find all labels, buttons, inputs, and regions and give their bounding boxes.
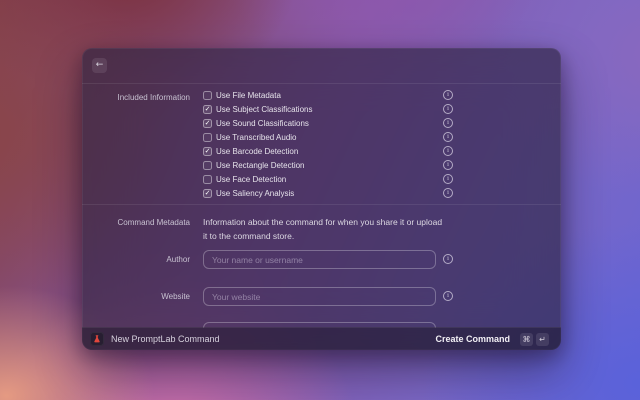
- info-icon[interactable]: i: [443, 291, 453, 301]
- header-divider: [82, 83, 561, 84]
- info-icon[interactable]: i: [443, 174, 453, 184]
- checkbox-barcode-detection[interactable]: ✓: [203, 147, 212, 156]
- create-command-button[interactable]: Create Command: [435, 334, 510, 344]
- footer-command-title: New PromptLab Command: [111, 334, 435, 344]
- checkbox-transcribed-audio[interactable]: [203, 133, 212, 142]
- command-metadata-description: Information about the command for when y…: [203, 215, 448, 243]
- checkbox-file-metadata[interactable]: [203, 91, 212, 100]
- info-icon[interactable]: i: [443, 254, 453, 264]
- checkbox-face-detection[interactable]: [203, 175, 212, 184]
- website-label: Website: [82, 292, 190, 301]
- option-row: ✓ Use Saliency Analysis i: [82, 187, 561, 201]
- author-field-row: Author i: [82, 250, 561, 269]
- info-icon[interactable]: i: [443, 118, 453, 128]
- return-key-icon[interactable]: ↵: [536, 333, 549, 346]
- checkbox-label: Use Transcribed Audio: [216, 133, 297, 143]
- info-icon[interactable]: i: [443, 104, 453, 114]
- info-icon[interactable]: i: [443, 146, 453, 156]
- checkbox-label: Use Subject Classifications: [216, 105, 312, 115]
- checkbox-label: Use Barcode Detection: [216, 147, 298, 157]
- checkbox-subject-classifications[interactable]: ✓: [203, 105, 212, 114]
- checkbox-saliency-analysis[interactable]: ✓: [203, 189, 212, 198]
- checkbox-label: Use Face Detection: [216, 175, 286, 185]
- author-label: Author: [82, 255, 190, 264]
- checkbox-label: Use File Metadata: [216, 91, 281, 101]
- checkbox-rectangle-detection[interactable]: [203, 161, 212, 170]
- info-icon[interactable]: i: [443, 188, 453, 198]
- option-row: ✓ Use Subject Classifications i: [82, 103, 561, 117]
- checkbox-label: Use Saliency Analysis: [216, 189, 294, 199]
- website-input[interactable]: [203, 287, 436, 306]
- command-metadata-label: Command Metadata: [82, 218, 190, 227]
- footer-action-bar: New PromptLab Command Create Command ⌘ ↵: [82, 327, 561, 350]
- website-field-row: Website i: [82, 287, 561, 306]
- option-row: Use Rectangle Detection i: [82, 159, 561, 173]
- desktop-background: ← Included Information Use File Metadata…: [0, 0, 640, 400]
- option-row: Use Transcribed Audio i: [82, 131, 561, 145]
- back-button[interactable]: ←: [92, 58, 107, 73]
- option-row: ✓ Use Barcode Detection i: [82, 145, 561, 159]
- option-row: Use File Metadata i: [82, 89, 561, 103]
- section-divider: [82, 204, 561, 205]
- info-icon[interactable]: i: [443, 160, 453, 170]
- included-information-options: Use File Metadata i ✓ Use Subject Classi…: [82, 89, 561, 201]
- author-input[interactable]: [203, 250, 436, 269]
- info-icon[interactable]: i: [443, 132, 453, 142]
- promptlab-flask-icon: [90, 332, 104, 346]
- option-row: ✓ Use Sound Classifications i: [82, 117, 561, 131]
- promptlab-command-window: ← Included Information Use File Metadata…: [82, 48, 561, 350]
- info-icon[interactable]: i: [443, 90, 453, 100]
- checkbox-label: Use Rectangle Detection: [216, 161, 305, 171]
- checkbox-sound-classifications[interactable]: ✓: [203, 119, 212, 128]
- cmd-key-icon[interactable]: ⌘: [520, 333, 533, 346]
- checkbox-label: Use Sound Classifications: [216, 119, 309, 129]
- option-row: Use Face Detection i: [82, 173, 561, 187]
